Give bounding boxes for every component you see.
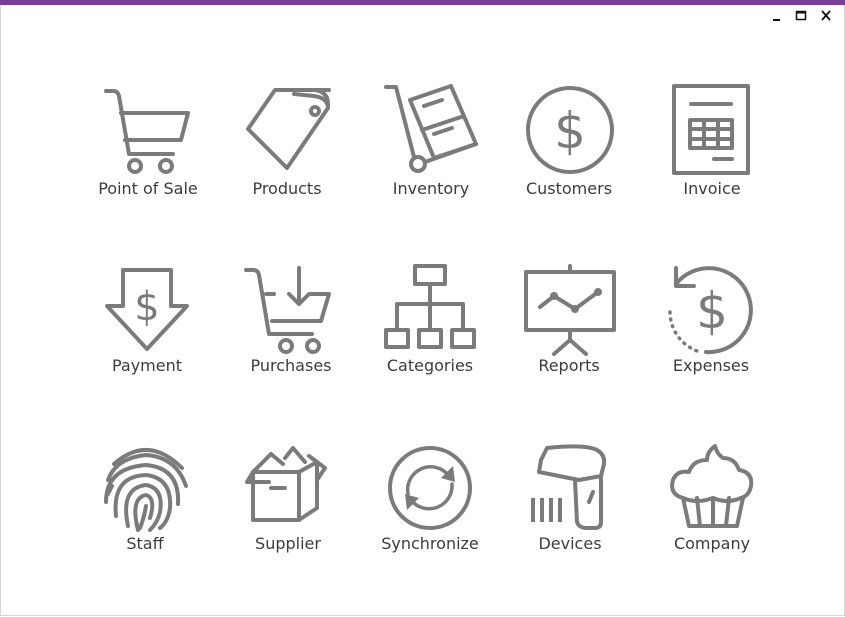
tile-label: Invoice [683,179,741,198]
hierarchy-icon [384,264,476,349]
tile-synchronize[interactable]: Synchronize [375,442,485,553]
fingerprint-icon [104,448,188,532]
cart-arrow-down-icon [244,266,331,354]
tile-payment[interactable]: $ Payment [92,264,202,375]
barcode-scanner-icon [531,444,607,530]
cupcake-icon [670,444,754,528]
tile-point-of-sale[interactable]: Point of Sale [93,84,203,198]
svg-text:$: $ [554,102,586,160]
svg-text:$: $ [696,282,728,340]
tile-supplier[interactable]: Supplier [233,442,343,553]
hand-truck-icon [384,84,478,173]
tile-categories[interactable]: Categories [375,264,485,375]
tile-label: Expenses [672,356,750,375]
presentation-chart-icon [524,264,616,356]
maximize-icon[interactable] [792,8,810,24]
tile-inventory[interactable]: Inventory [376,84,486,198]
tile-company[interactable]: Company [657,442,767,553]
tile-products[interactable]: Products [232,84,342,198]
dollar-refresh-icon: $ [668,266,753,355]
tile-staff[interactable]: Staff [90,442,200,553]
dollar-down-arrow-icon: $ [105,268,189,351]
open-box-icon [245,446,327,522]
dollar-circle-icon: $ [526,86,614,174]
tile-devices[interactable]: Devices [515,442,625,553]
tile-invoice[interactable]: Invoice [657,84,767,198]
shopping-cart-icon [104,89,190,174]
tile-label: Company [673,534,751,553]
tile-reports[interactable]: Reports [514,264,624,375]
invoice-document-icon [672,84,750,175]
tile-expenses[interactable]: $ Expenses [656,264,766,375]
minimize-icon[interactable] [768,8,786,24]
window-accent-bar [0,0,845,5]
close-icon[interactable] [817,8,835,24]
svg-text:$: $ [134,284,159,330]
tile-customers[interactable]: $ Customers [514,84,624,198]
price-tags-icon [246,88,331,170]
tile-purchases[interactable]: Purchases [236,264,346,375]
sync-icon [388,446,472,530]
